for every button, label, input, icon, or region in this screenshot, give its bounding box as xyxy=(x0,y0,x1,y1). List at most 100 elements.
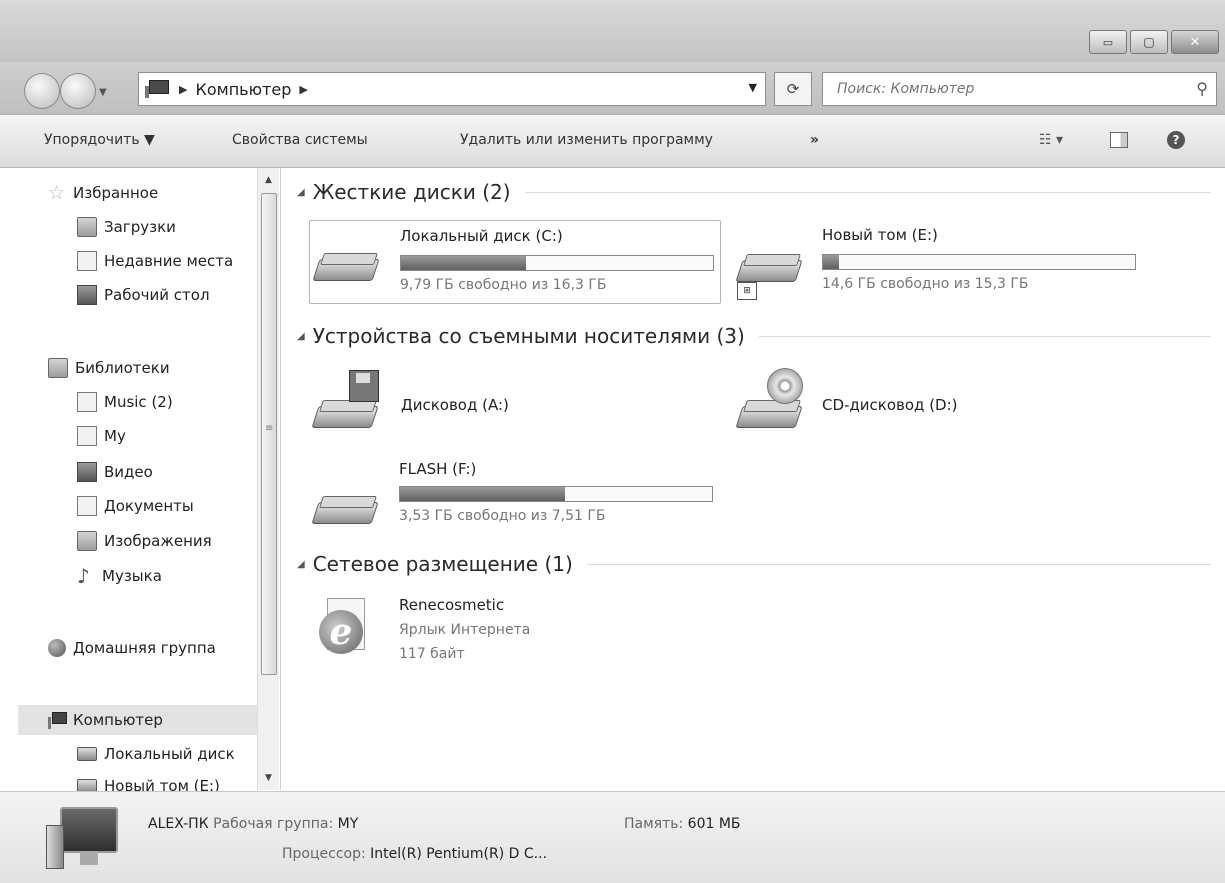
close-icon: ✕ xyxy=(1189,34,1201,50)
breadcrumb-arrow-icon[interactable]: ▶ xyxy=(179,83,187,96)
hard-drive-icon xyxy=(735,250,803,286)
refresh-button[interactable]: ⟳ xyxy=(774,72,812,106)
drive-usage-fill xyxy=(400,487,566,501)
collapse-triangle-icon[interactable]: ◢ xyxy=(297,559,305,570)
sidebar-item-my[interactable]: My xyxy=(0,421,258,451)
drive-usage-bar xyxy=(400,255,714,271)
desktop-icon xyxy=(77,285,97,305)
group-header-removable[interactable]: ◢ Устройства со съемными носителями (3) xyxy=(281,324,1211,348)
sidebar-item-pictures[interactable]: Изображения xyxy=(0,526,258,556)
sidebar-item-desktop[interactable]: Рабочий стол xyxy=(0,280,258,310)
drive-tile-e[interactable]: ⊞ Новый том (E:) 14,6 ГБ свободно из 15,… xyxy=(729,220,1149,302)
shortcut-name: Renecosmetic xyxy=(399,596,505,614)
address-bar[interactable]: ▶ Компьютер ▶ ▼ xyxy=(138,72,766,106)
sidebar-item-homegroup[interactable]: Домашняя группа xyxy=(0,633,258,663)
title-bar: ▭ ▢ ✕ xyxy=(0,0,1225,62)
preview-pane-icon xyxy=(1110,132,1128,148)
help-button[interactable]: ? xyxy=(1161,127,1191,153)
drive-tile-d[interactable]: CD-дисковод (D:) xyxy=(729,366,1129,440)
drive-name: CD-дисковод (D:) xyxy=(822,396,958,414)
command-bar: Упорядочить ▼ Свойства системы Удалить и… xyxy=(0,115,1225,168)
maximize-icon: ▢ xyxy=(1143,35,1155,49)
sidebar-item-label: Домашняя группа xyxy=(73,639,216,657)
hard-drive-icon xyxy=(312,249,380,285)
group-title: Жесткие диски (2) xyxy=(312,180,511,204)
drive-tile-a[interactable]: Дисковод (A:) xyxy=(309,366,709,440)
window-controls: ▭ ▢ ✕ xyxy=(1089,30,1219,54)
memory-row: Память: 601 МБ xyxy=(624,816,741,832)
sidebar-item-local-disk[interactable]: Локальный диск xyxy=(0,739,258,769)
group-title: Устройства со съемными носителями (3) xyxy=(312,324,745,348)
drive-tile-f[interactable]: FLASH (F:) 3,53 ГБ свободно из 7,51 ГБ xyxy=(309,460,719,542)
processor-value: Intel(R) Pentium(R) D C... xyxy=(370,846,548,862)
collapse-triangle-icon[interactable]: ◢ xyxy=(297,187,305,198)
drive-usage-bar xyxy=(399,486,713,502)
music-icon: ♪ xyxy=(77,564,90,588)
address-dropdown-icon[interactable]: ▼ xyxy=(749,81,757,94)
drive-usage-fill xyxy=(823,255,839,269)
grip-icon: ≡ xyxy=(265,423,274,434)
search-box[interactable]: ⚲ xyxy=(822,72,1217,106)
sidebar-item-music[interactable]: ♪ Музыка xyxy=(0,561,258,591)
drive-tile-c[interactable]: Локальный диск (C:) 9,79 ГБ свободно из … xyxy=(309,220,721,304)
recent-pages-dropdown-icon[interactable]: ▼ xyxy=(99,87,107,98)
drive-free-space: 3,53 ГБ свободно из 7,51 ГБ xyxy=(399,508,606,524)
sidebar-item-recent-places[interactable]: Недавние места xyxy=(0,246,258,276)
minimize-button[interactable]: ▭ xyxy=(1089,30,1127,54)
forward-button[interactable] xyxy=(60,73,96,109)
search-icon[interactable]: ⚲ xyxy=(1196,79,1208,98)
sidebar-item-downloads[interactable]: Загрузки xyxy=(0,212,258,242)
recent-places-icon xyxy=(77,251,97,271)
sidebar-item-libraries[interactable]: Библиотеки xyxy=(0,353,258,383)
flash-drive-icon xyxy=(311,492,379,528)
internet-explorer-icon: e xyxy=(319,598,365,654)
windows-drive-badge-icon: ⊞ xyxy=(737,282,757,300)
group-divider xyxy=(586,563,1211,565)
scroll-up-arrow-icon[interactable]: ▲ xyxy=(258,170,279,190)
scroll-thumb[interactable]: ≡ xyxy=(261,193,277,675)
close-button[interactable]: ✕ xyxy=(1171,30,1219,54)
group-divider xyxy=(524,191,1211,193)
drive-icon xyxy=(77,747,97,761)
collapse-triangle-icon[interactable]: ◢ xyxy=(297,331,305,342)
sidebar-scrollbar[interactable]: ▲ ≡ ▼ xyxy=(257,168,279,790)
navigation-pane: ☆ Избранное Загрузки Недавние места Рабо… xyxy=(0,168,281,795)
computer-icon xyxy=(44,807,124,871)
sidebar-item-label: Избранное xyxy=(73,184,159,202)
breadcrumb-computer[interactable]: Компьютер xyxy=(195,80,291,99)
sidebar-item-label: My xyxy=(104,427,126,445)
drive-name: Новый том (E:) xyxy=(822,226,938,244)
system-properties-button[interactable]: Свойства системы xyxy=(232,132,368,148)
scroll-down-arrow-icon[interactable]: ▼ xyxy=(258,768,279,788)
sidebar-item-label: Библиотеки xyxy=(75,359,170,377)
breadcrumb-arrow-icon[interactable]: ▶ xyxy=(299,83,307,96)
sidebar-item-documents[interactable]: Документы xyxy=(0,491,258,521)
content-pane: ◢ Жесткие диски (2) Локальный диск (C:) … xyxy=(281,168,1225,790)
cd-disc-icon xyxy=(767,368,803,404)
sidebar-item-computer[interactable]: Компьютер xyxy=(18,705,258,735)
drive-name: Локальный диск (C:) xyxy=(400,227,563,245)
sidebar-item-video[interactable]: Видео xyxy=(0,457,258,487)
more-commands-button[interactable]: » xyxy=(810,132,819,148)
back-button[interactable] xyxy=(24,73,60,109)
floppy-disk-icon xyxy=(349,370,379,402)
sidebar-item-music-2[interactable]: Music (2) xyxy=(0,387,258,417)
sidebar-item-label: Недавние места xyxy=(104,252,234,270)
uninstall-program-button[interactable]: Удалить или изменить программу xyxy=(460,132,713,148)
change-view-button[interactable]: ☷ ▾ xyxy=(1026,127,1076,153)
sidebar-item-label: Рабочий стол xyxy=(104,286,210,304)
star-icon: ☆ xyxy=(48,182,66,204)
organize-button[interactable]: Упорядочить ▼ xyxy=(44,132,155,148)
group-header-network[interactable]: ◢ Сетевое размещение (1) xyxy=(281,552,1211,576)
preview-pane-button[interactable] xyxy=(1104,127,1134,153)
sidebar-item-label: Локальный диск xyxy=(104,745,235,763)
group-header-hard-disks[interactable]: ◢ Жесткие диски (2) xyxy=(281,180,1211,204)
memory-value: 601 МБ xyxy=(687,816,741,832)
workgroup-label: Рабочая группа: xyxy=(213,816,334,832)
help-icon: ? xyxy=(1167,131,1185,149)
maximize-button[interactable]: ▢ xyxy=(1130,30,1168,54)
network-shortcut-tile[interactable]: e Renecosmetic Ярлык Интернета 117 байт xyxy=(317,590,697,670)
sidebar-item-label: Изображения xyxy=(104,532,212,550)
search-input[interactable] xyxy=(823,73,1159,105)
sidebar-item-favorites[interactable]: ☆ Избранное xyxy=(0,178,258,208)
